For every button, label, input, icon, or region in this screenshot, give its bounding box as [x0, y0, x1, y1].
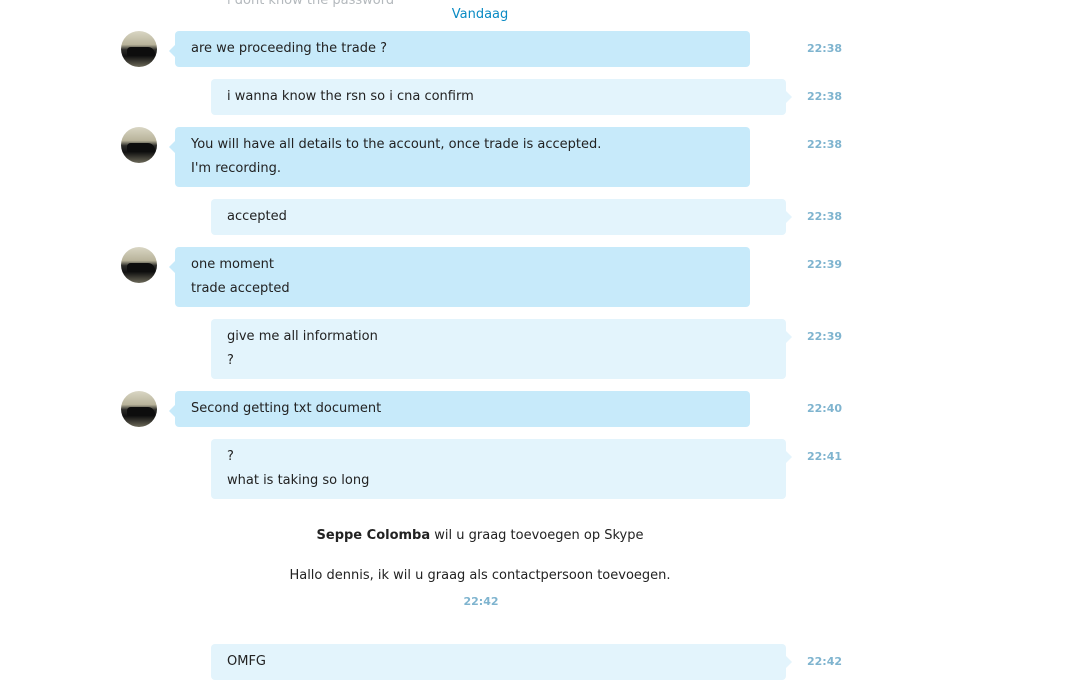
outgoing-message[interactable]: OMFG: [211, 644, 792, 680]
message-text: accepted: [227, 209, 287, 224]
contact-request-action: wil u graag toevoegen op Skype: [434, 528, 644, 543]
message-timestamp: 22:38: [807, 210, 843, 223]
chat-history: i dont know the password Vandaag are we …: [0, 0, 1088, 685]
contact-request-title: Seppe Colomba wil u graag toevoegen op S…: [0, 528, 960, 543]
message-timestamp: 22:38: [807, 90, 843, 103]
message-text: are we proceeding the trade ?: [191, 41, 387, 56]
message-timestamp: 22:38: [807, 138, 843, 151]
message-text: ?: [227, 449, 234, 464]
incoming-message[interactable]: You will have all details to the account…: [169, 127, 750, 187]
contact-avatar[interactable]: [121, 127, 157, 163]
message-text: I'm recording.: [191, 161, 281, 176]
incoming-message[interactable]: are we proceeding the trade ?: [169, 31, 750, 67]
contact-avatar[interactable]: [121, 31, 157, 67]
message-timestamp: 22:39: [807, 330, 843, 343]
message-text: Second getting txt document: [191, 401, 382, 416]
message-text: what is taking so long: [227, 473, 370, 488]
message-text: give me all information: [227, 329, 378, 344]
message-text: trade accepted: [191, 281, 290, 296]
message-text: i wanna know the rsn so i cna confirm: [227, 89, 474, 104]
message-text: OMFG: [227, 654, 266, 669]
outgoing-message[interactable]: i wanna know the rsn so i cna confirm: [211, 79, 792, 115]
outgoing-message[interactable]: accepted: [211, 199, 792, 235]
message-timestamp: 22:38: [807, 42, 843, 55]
message-text: You will have all details to the account…: [191, 137, 602, 152]
incoming-message[interactable]: one moment trade accepted: [169, 247, 750, 307]
message-timestamp: 22:40: [807, 402, 843, 415]
outgoing-message[interactable]: ? what is taking so long: [211, 439, 792, 499]
message-timestamp: 22:39: [807, 258, 843, 271]
contact-request-timestamp: 22:42: [463, 595, 499, 608]
message-text: one moment: [191, 257, 274, 272]
contact-avatar[interactable]: [121, 247, 157, 283]
message-text: ?: [227, 353, 234, 368]
message-timestamp: 22:42: [807, 655, 843, 668]
contact-request-sender[interactable]: Seppe Colomba: [317, 528, 431, 543]
date-separator: Vandaag: [451, 7, 509, 22]
message-timestamp: 22:41: [807, 450, 843, 463]
contact-avatar[interactable]: [121, 391, 157, 427]
outgoing-message[interactable]: give me all information ?: [211, 319, 792, 379]
contact-request-message: Hallo dennis, ik wil u graag als contact…: [289, 568, 671, 583]
incoming-message[interactable]: Second getting txt document: [169, 391, 750, 427]
